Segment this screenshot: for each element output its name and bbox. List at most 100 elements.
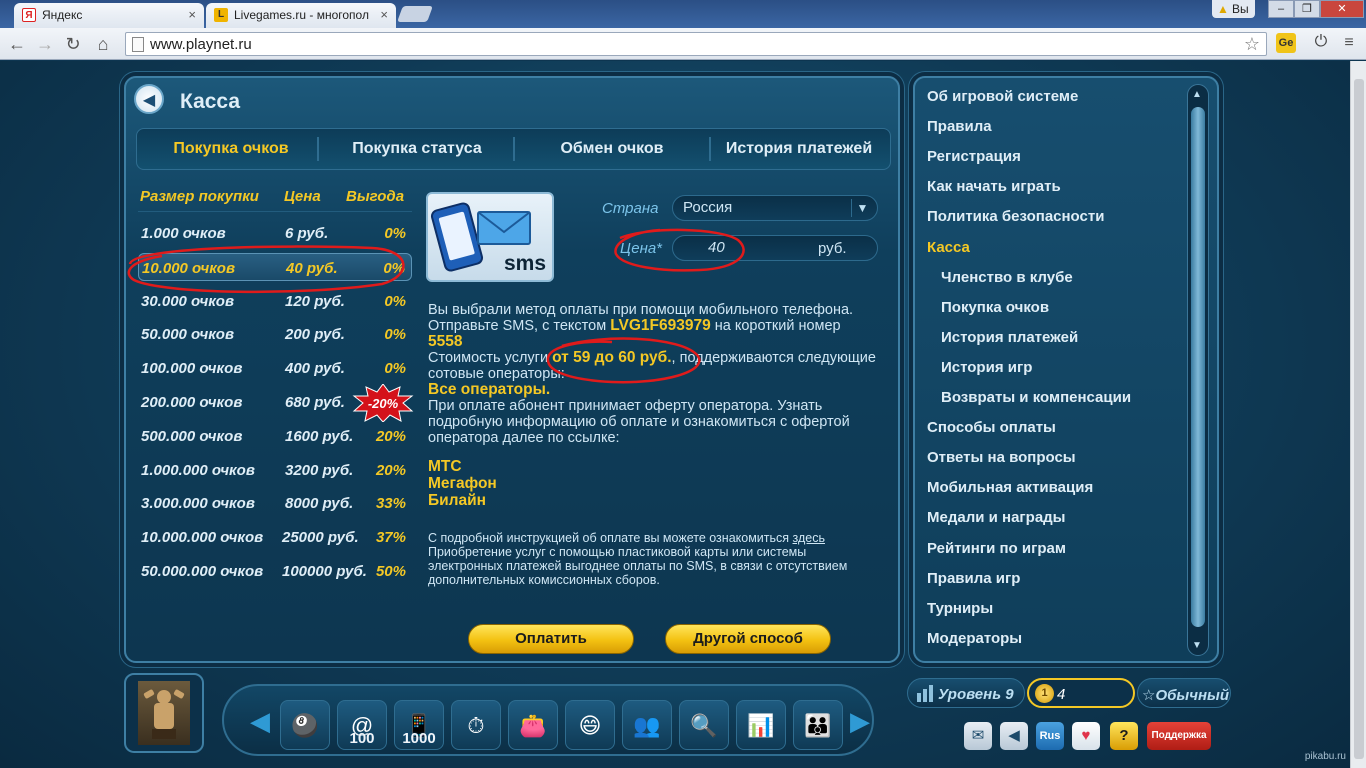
sidebar-item[interactable]: Об игровой системе xyxy=(927,88,1078,105)
reload-icon[interactable]: ↻ xyxy=(62,33,84,55)
sidebar-item[interactable]: История игр xyxy=(941,359,1032,376)
sidebar-item[interactable]: Покупка очков xyxy=(941,299,1049,316)
operator-link[interactable]: МТС xyxy=(428,458,497,475)
url-text: www.playnet.ru xyxy=(150,36,252,53)
toolbar-left-arrow-icon[interactable]: ◀ xyxy=(250,706,270,737)
scrollbar-thumb[interactable] xyxy=(1191,107,1205,627)
table-row[interactable]: 30.000 очков 120 руб. 0% xyxy=(138,287,412,315)
sidebar-scrollbar[interactable]: ▲ ▼ xyxy=(1187,84,1209,656)
table-row[interactable]: 500.000 очков 1600 руб. 20% xyxy=(138,422,412,450)
wallet-icon[interactable]: 👛 xyxy=(508,700,558,750)
add-friend-icon[interactable]: 👪 xyxy=(793,700,843,750)
operator-link[interactable]: Мегафон xyxy=(428,475,497,492)
sidebar-item[interactable]: Правила игр xyxy=(927,570,1020,587)
sidebar-item[interactable]: Касса xyxy=(927,239,970,256)
extension-power-icon[interactable]: ⏻ xyxy=(1310,33,1332,55)
sms-payment-icon[interactable]: sms xyxy=(426,192,554,282)
support-button[interactable]: Поддержка xyxy=(1147,722,1211,750)
table-row[interactable]: 50.000 очков 200 руб. 0% xyxy=(138,320,412,348)
sidebar-item[interactable]: Регистрация xyxy=(927,148,1021,165)
sidebar-item[interactable]: Членство в клубе xyxy=(941,269,1073,286)
ratings-chart-icon[interactable]: 📊 xyxy=(736,700,786,750)
tab-payment-history[interactable]: История платежей xyxy=(711,129,887,169)
user-badge[interactable]: ▲ Вы xyxy=(1212,0,1255,18)
cashier-tabs: Покупка очков Покупка статуса Обмен очко… xyxy=(136,128,891,170)
toolbar-glyph: 📊 xyxy=(747,713,775,738)
row-points: 10.000 очков xyxy=(142,259,236,277)
scroll-up-icon[interactable]: ▲ xyxy=(1192,89,1202,100)
tab-yandex[interactable]: Я Яндекс × xyxy=(14,3,204,28)
pay-button[interactable]: Оплатить xyxy=(468,624,634,654)
friends-icon[interactable]: 👥 xyxy=(622,700,672,750)
faces-icon[interactable]: 😄 xyxy=(565,700,615,750)
sidebar-item[interactable]: Ответы на вопросы xyxy=(927,449,1076,466)
table-row[interactable]: 1.000.000 очков 3200 руб. 20% xyxy=(138,456,412,484)
cost-range: от 59 до 60 руб. xyxy=(552,349,672,366)
tab-buy-status[interactable]: Покупка статуса xyxy=(319,129,515,169)
back-arrow-icon[interactable]: ← xyxy=(6,33,28,55)
mail-icon[interactable]: ✉ xyxy=(964,722,992,750)
help-button[interactable]: ? xyxy=(1110,722,1138,750)
table-row[interactable]: 50.000.000 очков 100000 руб. 50% xyxy=(138,557,412,585)
price-field[interactable]: 40 xyxy=(672,235,878,261)
sidebar-item[interactable]: Возвраты и компенсации xyxy=(941,389,1131,406)
sidebar-item[interactable]: Политика безопасности xyxy=(927,208,1104,225)
forward-arrow-icon[interactable]: → xyxy=(34,33,56,55)
avatar-frame[interactable] xyxy=(124,673,204,753)
country-select[interactable]: Россия ▼ xyxy=(672,195,878,221)
tab-buy-points[interactable]: Покупка очков xyxy=(137,129,325,169)
operator-link[interactable]: Билайн xyxy=(428,492,497,509)
toolbar-right-arrow-icon[interactable]: ▶ xyxy=(850,706,870,737)
row-benefit: 0% xyxy=(384,326,406,344)
page-icon xyxy=(132,37,144,52)
page-scrollbar[interactable] xyxy=(1350,61,1366,768)
sidebar-item[interactable]: Способы оплаты xyxy=(927,419,1056,436)
language-button[interactable]: Rus xyxy=(1036,722,1064,750)
heart-icon[interactable]: ♥ xyxy=(1072,722,1100,750)
tab-exchange-points[interactable]: Обмен очков xyxy=(515,129,709,169)
address-bar[interactable]: www.playnet.ru ☆ xyxy=(125,32,1267,56)
sidebar-item[interactable]: Мобильная активация xyxy=(927,479,1093,496)
games-icon[interactable]: 🎱 xyxy=(280,700,330,750)
account-status[interactable]: ☆Обычный xyxy=(1137,678,1231,708)
sidebar-item[interactable]: Как начать играть xyxy=(927,178,1061,195)
mail-100-icon[interactable]: @100 xyxy=(337,700,387,750)
minimize-button[interactable]: – xyxy=(1268,0,1294,18)
other-method-button[interactable]: Другой способ xyxy=(665,624,831,654)
new-tab-button[interactable] xyxy=(397,6,433,22)
coins-indicator[interactable]: 1 4 xyxy=(1027,678,1135,708)
tab-livegames[interactable]: L Livegames.ru - многопол × xyxy=(206,3,396,28)
close-icon[interactable]: × xyxy=(188,7,196,22)
scrollbar-thumb[interactable] xyxy=(1354,79,1364,759)
sidebar-item[interactable]: Турниры xyxy=(927,600,993,617)
table-row[interactable]: 10.000 очков 40 руб. 0% xyxy=(138,252,412,281)
header-divider xyxy=(138,211,412,212)
level-text: Уровень 9 xyxy=(938,686,1014,703)
row-price: 25000 руб. xyxy=(282,529,359,547)
home-icon[interactable]: ⌂ xyxy=(92,33,114,55)
sidebar-item[interactable]: Рейтинги по играм xyxy=(927,540,1066,557)
phone-1000-icon[interactable]: 📱 1000 xyxy=(394,700,444,750)
close-icon[interactable]: × xyxy=(380,7,388,22)
sound-icon[interactable]: ◀ xyxy=(1000,722,1028,750)
extension-ge-icon[interactable]: Ge xyxy=(1276,33,1296,53)
sidebar-item[interactable]: Правила xyxy=(927,118,992,135)
chevron-down-icon[interactable]: ▼ xyxy=(851,199,873,217)
restore-button[interactable]: ❐ xyxy=(1294,0,1320,18)
back-button[interactable]: ◀ xyxy=(134,84,164,114)
search-user-icon[interactable]: 🔍 xyxy=(679,700,729,750)
close-window-button[interactable]: ✕ xyxy=(1320,0,1364,18)
level-indicator[interactable]: Уровень 9 xyxy=(907,678,1025,708)
scroll-down-icon[interactable]: ▼ xyxy=(1192,640,1202,651)
table-row[interactable]: 10.000.000 очков 25000 руб. 37% xyxy=(138,523,412,551)
table-row[interactable]: 1.000 очков 6 руб. 0% xyxy=(138,219,412,247)
table-row[interactable]: 3.000.000 очков 8000 руб. 33% xyxy=(138,489,412,517)
coin-timer-icon[interactable]: ⏱ xyxy=(451,700,501,750)
sidebar-item[interactable]: История платежей xyxy=(941,329,1078,346)
bookmark-star-icon[interactable]: ☆ xyxy=(1244,34,1260,55)
sidebar-item[interactable]: Модераторы xyxy=(927,630,1022,647)
instruction-link[interactable]: здесь xyxy=(793,531,825,545)
sidebar-item[interactable]: Медали и награды xyxy=(927,509,1066,526)
table-row[interactable]: 100.000 очков 400 руб. 0% xyxy=(138,354,412,382)
menu-icon[interactable]: ≡ xyxy=(1340,34,1358,52)
